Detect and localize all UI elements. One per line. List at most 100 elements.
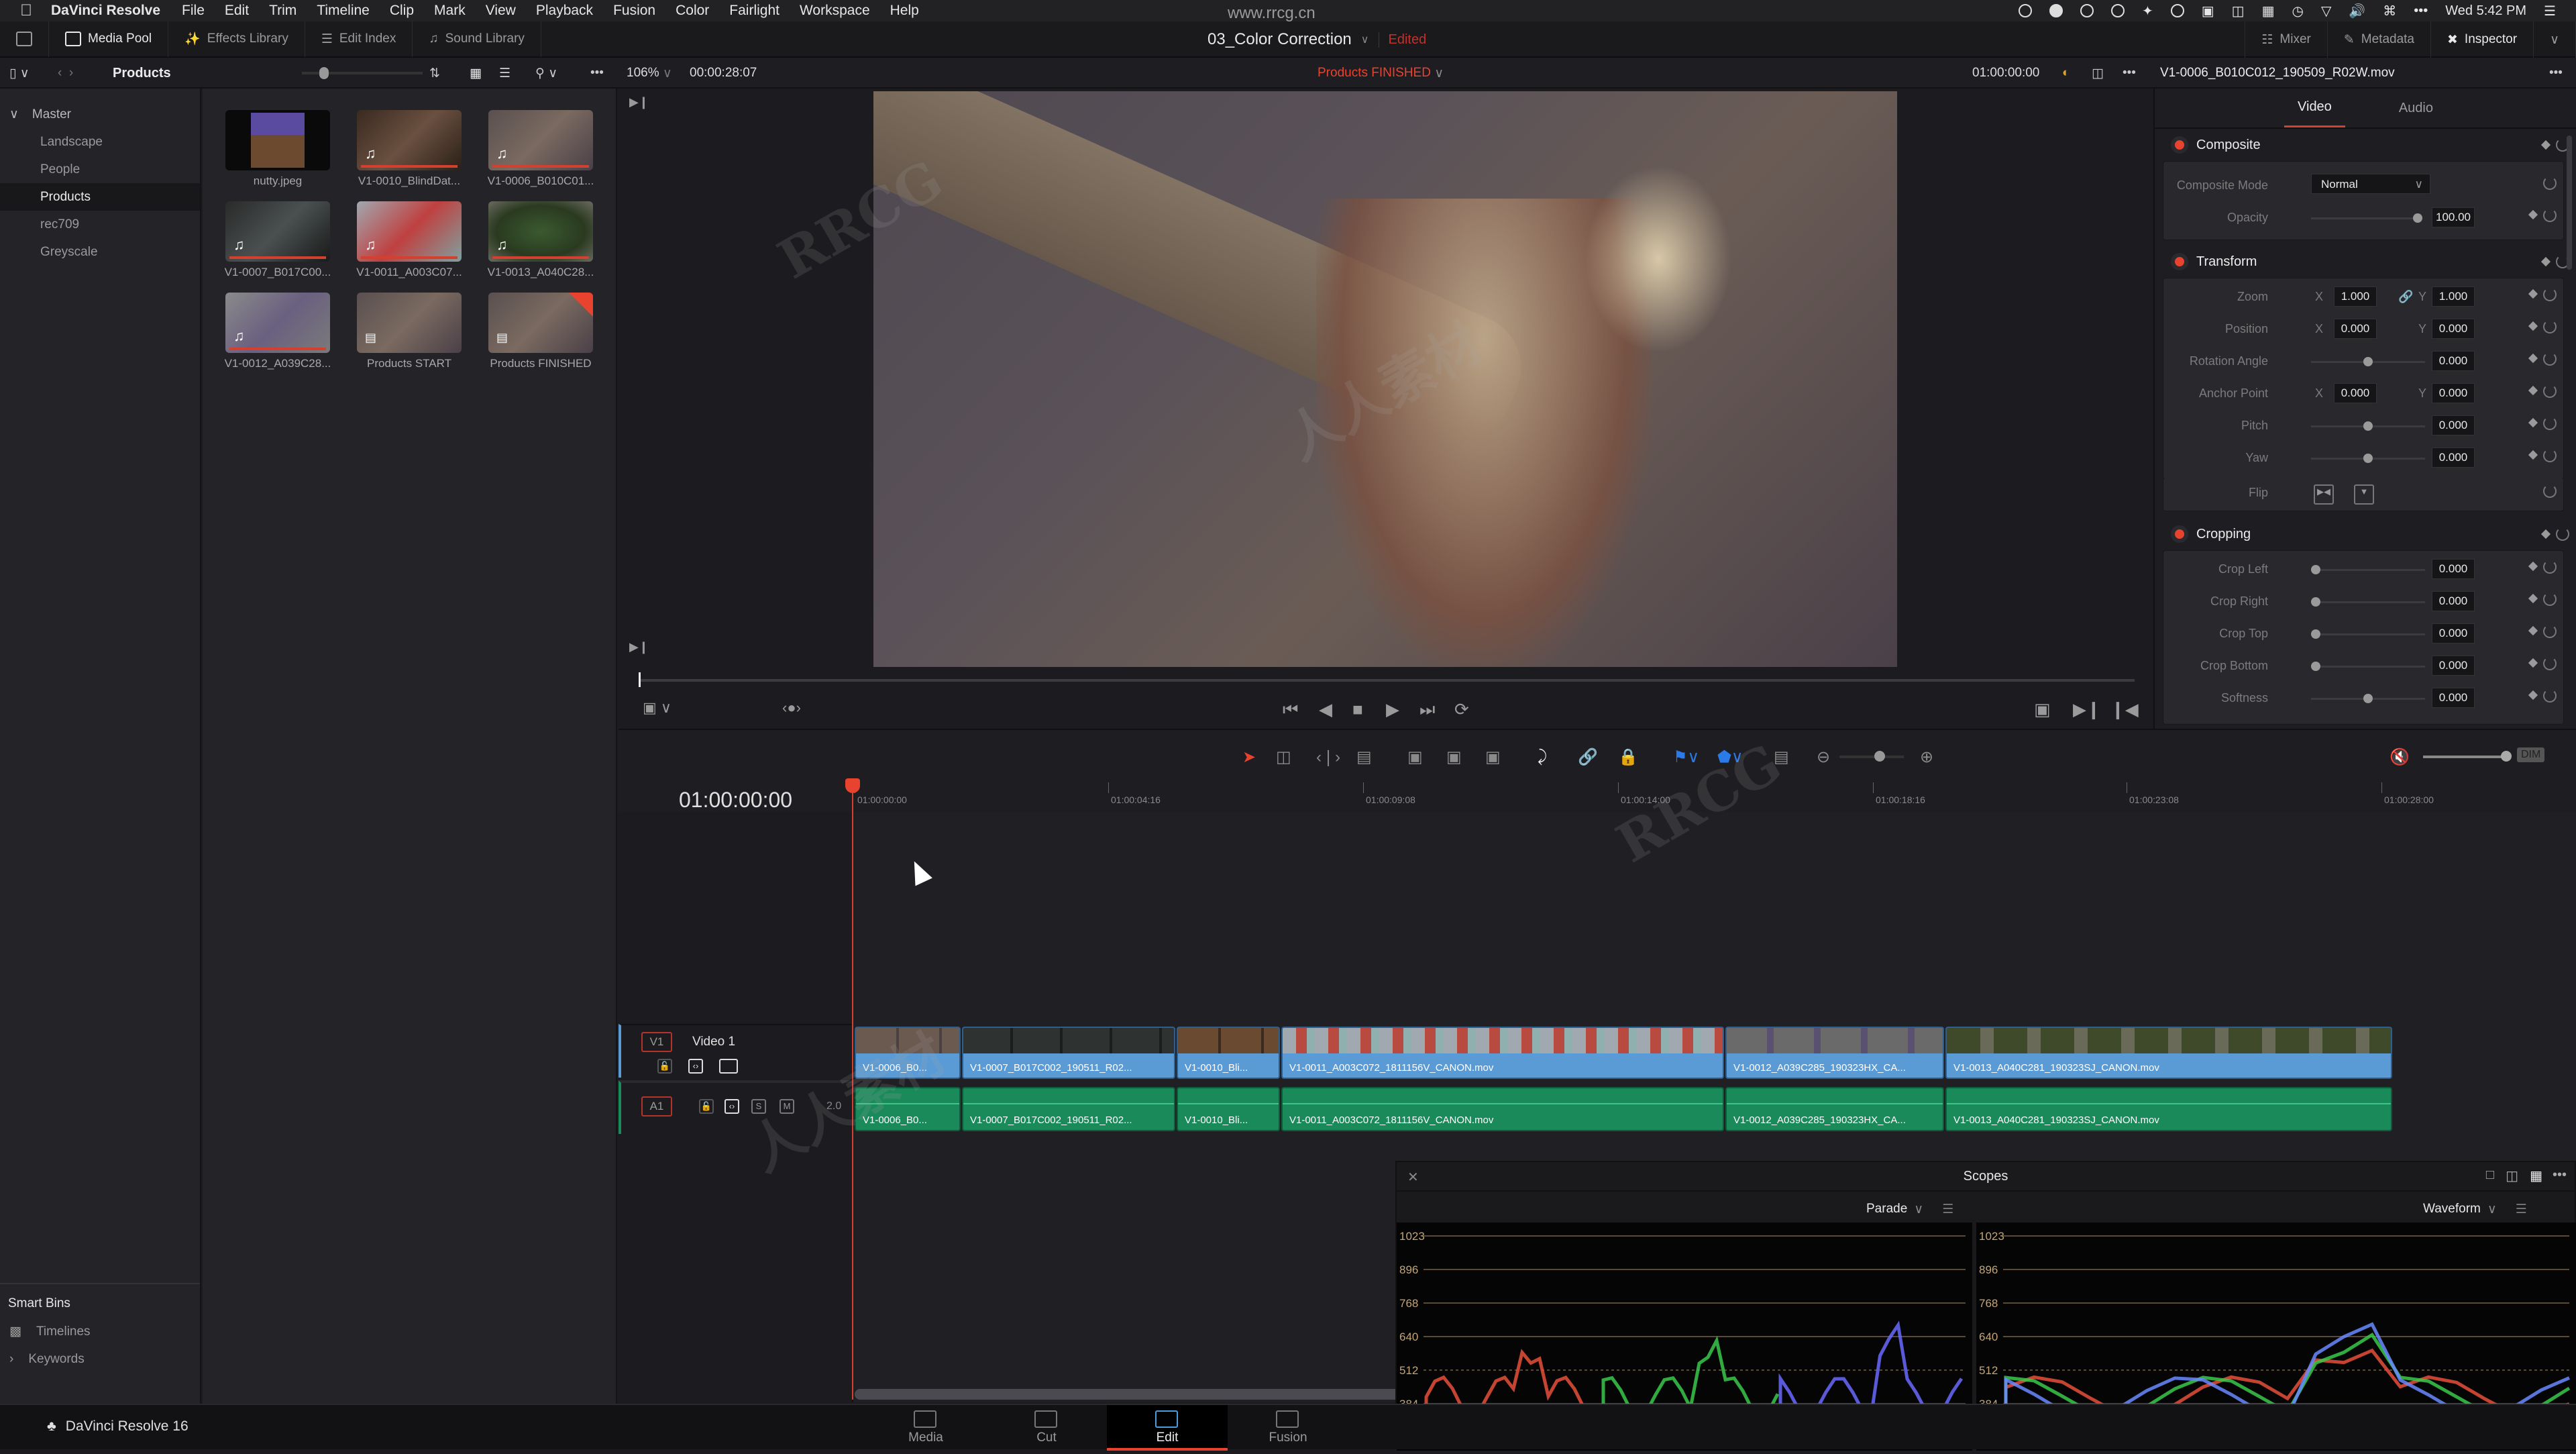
track-lock-icon[interactable]: 🔓 (657, 1059, 672, 1074)
keyframe-icon[interactable] (2528, 321, 2538, 331)
bin-list-toggle[interactable]: ▯ ∨ (9, 58, 30, 89)
blade-tool-icon[interactable]: ▤ (1356, 747, 1372, 767)
reset-icon[interactable] (2543, 484, 2557, 498)
track-name[interactable]: Video 1 (692, 1035, 735, 1049)
project-title[interactable]: 03_Color Correction ∨ Edited (1208, 21, 1426, 58)
chip-icon[interactable]: ▦ (2262, 3, 2275, 19)
mark-out-icon[interactable]: ❙◀ (2110, 699, 2139, 720)
clip-thumbnail[interactable] (225, 110, 330, 170)
bin-products[interactable]: Products (0, 183, 200, 211)
toggle-panel-button[interactable] (0, 21, 49, 57)
selection-tool-icon[interactable]: ➤ (1242, 747, 1256, 767)
audio-track-header[interactable]: A1 🔓 ‹› S M 2.0 (619, 1080, 853, 1134)
keyframe-icon[interactable] (2528, 209, 2538, 220)
track-lock-icon[interactable]: 🔓 (699, 1099, 714, 1114)
creative-cloud-icon[interactable] (2111, 4, 2125, 17)
metadata-button[interactable]: ✎ Metadata (2328, 21, 2431, 58)
app-menu[interactable]: DaVinci Resolve (51, 3, 160, 19)
prev-clip-marker-icon[interactable]: ▶❙ (629, 95, 649, 109)
zoom-in-icon[interactable]: ⊕ (1920, 747, 1933, 767)
overwrite-clip-icon[interactable]: ▣ (1446, 747, 1462, 767)
zoom-out-icon[interactable]: ⊖ (1817, 747, 1830, 767)
sound-library-button[interactable]: ♫ Sound Library (413, 21, 541, 57)
menu-mark[interactable]: Mark (434, 3, 466, 19)
audio-clip[interactable]: V1-0006_B0... (855, 1087, 961, 1131)
dynamic-trim-icon[interactable]: ‹❘› (1316, 747, 1340, 767)
composite-mode-dropdown[interactable]: Normal ∨ (2311, 174, 2430, 194)
dim-button[interactable]: DIM (2517, 747, 2545, 762)
reset-icon[interactable] (2543, 384, 2557, 398)
reset-icon[interactable] (2543, 449, 2557, 462)
keyframe-icon[interactable] (2528, 690, 2538, 700)
timeline-thumbnail[interactable]: ▤ (357, 293, 462, 353)
bin-people[interactable]: People (0, 156, 200, 183)
viewer-scrubber[interactable] (639, 672, 2135, 687)
time-machine-icon[interactable]: ◷ (2292, 3, 2303, 19)
playhead-handle[interactable] (845, 778, 860, 793)
section-enable-toggle[interactable] (2175, 257, 2184, 266)
reset-icon[interactable] (2543, 592, 2557, 606)
trim-tool-icon[interactable]: ◫ (1276, 747, 1291, 767)
clock[interactable]: Wed 5:42 PM (2445, 3, 2526, 19)
slider-knob[interactable] (2311, 629, 2320, 639)
thumbnail-size-slider[interactable] (302, 58, 423, 89)
position-x-input[interactable]: 0.000 (2334, 319, 2377, 339)
keyframe-icon[interactable] (2528, 593, 2538, 604)
reverse-icon[interactable]: ◀ (1319, 699, 1332, 720)
menu-fairlight[interactable]: Fairlight (729, 3, 780, 19)
slider-knob[interactable] (319, 67, 329, 79)
menu-fusion[interactable]: Fusion (613, 3, 655, 19)
page-fusion[interactable]: Fusion (1228, 1405, 1348, 1451)
camera-icon[interactable]: ▣ (2202, 3, 2214, 19)
status-icon-1[interactable] (2019, 4, 2032, 17)
smart-bin-keywords[interactable]: › Keywords (0, 1345, 200, 1373)
keyframe-icon[interactable] (2528, 289, 2538, 299)
page-edit[interactable]: Edit (1107, 1405, 1228, 1451)
scope-settings-icon[interactable]: ☰ (2516, 1202, 2527, 1217)
video-clip[interactable]: V1-0012_A039C285_190323HX_CA... (1725, 1027, 1944, 1079)
dual-layout-icon[interactable]: ◫ (2506, 1167, 2518, 1184)
menu-edit[interactable]: Edit (225, 3, 249, 19)
crop-bottom-input[interactable]: 0.000 (2432, 656, 2475, 676)
reset-icon[interactable] (2543, 417, 2557, 430)
page-cut[interactable]: Cut (986, 1405, 1107, 1451)
crop-right-slider[interactable] (2311, 597, 2425, 607)
more-icon[interactable]: ••• (2553, 1167, 2567, 1183)
timeline-view-options-icon[interactable]: ▤ (1774, 747, 1789, 767)
anchor-y-input[interactable]: 0.000 (2432, 383, 2475, 403)
waveform-mode-select[interactable]: Waveform ∨ ☰ (2423, 1197, 2527, 1221)
marker-icon[interactable]: ⬟∨ (1717, 747, 1743, 767)
replace-clip-icon[interactable]: ▣ (1485, 747, 1501, 767)
keyframe-icon[interactable] (2540, 529, 2551, 539)
play-icon[interactable]: ▶ (1386, 699, 1399, 720)
slider-knob[interactable] (2311, 565, 2320, 574)
keyboard-icon[interactable]: ⌘ (2383, 3, 2396, 19)
pitch-slider[interactable] (2311, 421, 2425, 431)
mark-in-icon[interactable]: ▶❙ (2073, 699, 2101, 720)
crop-left-slider[interactable] (2311, 565, 2425, 574)
zoom-x-input[interactable]: 1.000 (2334, 287, 2377, 307)
more-options-button[interactable]: ••• (590, 58, 604, 89)
bin-rec709[interactable]: rec709 (0, 211, 200, 238)
keyframe-icon[interactable] (2528, 658, 2538, 668)
video-track-header[interactable]: V1 Video 1 🔓 ‹› (619, 1024, 853, 1078)
rotation-slider[interactable] (2311, 357, 2425, 366)
link-icon[interactable]: 🔗 (2398, 290, 2413, 304)
inspector-options-button[interactable]: ••• (2549, 58, 2563, 89)
video-clip[interactable]: V1-0010_Bli... (1177, 1027, 1280, 1079)
track-id-a1[interactable]: A1 (641, 1096, 672, 1117)
yaw-slider[interactable] (2311, 454, 2425, 463)
keyframe-icon[interactable] (2540, 256, 2551, 267)
slider-knob[interactable] (2413, 213, 2422, 223)
more-icon[interactable]: ••• (2414, 3, 2428, 19)
bin-landscape[interactable]: Landscape (0, 128, 200, 156)
cloud-icon[interactable] (2049, 4, 2063, 17)
position-lock-icon[interactable]: 🔒 (1618, 747, 1638, 767)
keyframe-icon[interactable] (2528, 561, 2538, 572)
media-pool-button[interactable]: Media Pool (49, 21, 169, 57)
menu-view[interactable]: View (486, 3, 516, 19)
keyframe-icon[interactable] (2540, 140, 2551, 150)
mute-icon[interactable]: 🔇 (2390, 747, 2410, 767)
menu-workspace[interactable]: Workspace (800, 3, 870, 19)
snapping-icon[interactable]: ⤸ (1538, 747, 1547, 766)
